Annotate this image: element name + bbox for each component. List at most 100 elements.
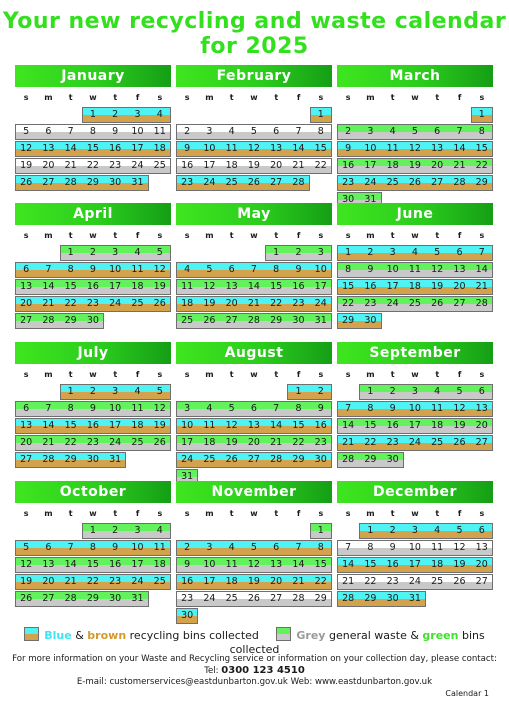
- day-cell: 23: [342, 177, 355, 188]
- empty-cell: [15, 523, 37, 540]
- empty-cell: [221, 384, 243, 401]
- day-cell: 12: [453, 542, 466, 553]
- day-cell: 23: [86, 437, 99, 448]
- day-cell: 17: [203, 160, 216, 171]
- weeks: 1 2 3 4 5 6 7 8 9 10 11 12 13 14 15 16 17 18 19 20 21 22 23 24 2…: [15, 384, 171, 469]
- footer-contact: E-mail: customerservices@eastdunbarton.g…: [0, 677, 509, 688]
- day-cell: 28: [64, 593, 77, 604]
- empty-cell: [104, 313, 126, 330]
- weekday-letter: t: [68, 93, 73, 102]
- day-cell: 15: [364, 420, 377, 431]
- day-cell: 21: [453, 160, 466, 171]
- general-waste-swatch-icon: [276, 627, 292, 641]
- empty-cell: [265, 384, 287, 401]
- day-cell: 23: [181, 177, 194, 188]
- day-cell: 8: [317, 542, 324, 553]
- footer-telephone: Tel: 0300 123 4510: [0, 665, 509, 677]
- empty-cell: [448, 107, 470, 124]
- email-link[interactable]: customerservices@eastdunbarton.gov.uk: [109, 677, 287, 687]
- week-row: 12 13 14 15 16 17 18: [15, 141, 171, 158]
- empty-cell: [404, 313, 426, 330]
- day-cell: 10: [408, 403, 421, 414]
- day-cell: 20: [247, 437, 260, 448]
- week-row: 6 7 8 9 10 11 12: [15, 262, 171, 279]
- day-cell: 31: [131, 177, 144, 188]
- tel-number[interactable]: 0300 123 4510: [221, 665, 305, 676]
- day-cell: 2: [367, 247, 374, 258]
- weekday-header: smtwtfs: [176, 507, 332, 521]
- day-cell: 27: [270, 593, 283, 604]
- day-cell: 21: [270, 437, 283, 448]
- month-may: May s m t w t f s 1 2 3 4 5 6 7 8 9 10 11 12 13 14 15 16 17 18 19 2…: [176, 203, 332, 330]
- month-header: April: [15, 203, 171, 225]
- week-row: 2 3 4 5 6 7 8: [337, 124, 493, 141]
- weekday-letter: w: [89, 93, 97, 102]
- day-cell: 25: [131, 437, 144, 448]
- weekday-header: smtwtfs: [337, 229, 493, 243]
- day-cell: 14: [453, 143, 466, 154]
- empty-cell: [426, 452, 448, 469]
- empty-cell: [221, 107, 243, 124]
- weekday-letter: m: [366, 231, 375, 240]
- empty-cell: [176, 384, 198, 401]
- day-cell: 22: [292, 437, 305, 448]
- day-cell: 28: [453, 177, 466, 188]
- day-cell: 26: [20, 593, 33, 604]
- day-cell: 1: [478, 109, 485, 120]
- weeks: 1 2 3 4 5 6 7 8 9 10 11 12 13 14 15 16 17 18 19 20 21 22 23 24 2…: [176, 523, 332, 625]
- legend-blue-word: Blue: [44, 629, 72, 642]
- weekday-letter: f: [135, 509, 140, 518]
- day-cell: 8: [295, 403, 302, 414]
- day-cell: 24: [109, 437, 122, 448]
- day-cell: 4: [184, 264, 191, 275]
- week-row: 1 2 3 4 5 6: [337, 523, 493, 540]
- day-cell: 28: [247, 315, 260, 326]
- day-cell: 30: [386, 593, 399, 604]
- weekday-letter: t: [435, 93, 440, 102]
- day-cell: 28: [292, 593, 305, 604]
- day-cell: 3: [134, 525, 141, 536]
- day-cell: 9: [367, 264, 374, 275]
- day-cell: 9: [295, 264, 302, 275]
- empty-cell: [382, 107, 404, 124]
- day-cell: 16: [364, 281, 377, 292]
- day-cell: 7: [67, 126, 74, 137]
- week-row: 15 16 17 18 19 20 21: [337, 279, 493, 296]
- day-cell: 17: [181, 437, 194, 448]
- weekday-letter: s: [157, 370, 163, 379]
- day-cell: 28: [42, 315, 55, 326]
- day-cell: 14: [64, 559, 77, 570]
- day-cell: 6: [478, 525, 485, 536]
- day-cell: 7: [273, 403, 280, 414]
- weekday-letter: s: [318, 509, 324, 518]
- month-header: July: [15, 342, 171, 364]
- weekday-letter: f: [296, 93, 301, 102]
- day-cell: 28: [292, 177, 305, 188]
- legend-green-word: green: [422, 629, 459, 642]
- day-cell: 2: [184, 542, 191, 553]
- weekday-letter: w: [250, 93, 258, 102]
- day-cell: 22: [64, 298, 77, 309]
- weekday-letter: s: [479, 231, 485, 240]
- web-link[interactable]: www.eastdunbarton.gov.uk: [315, 677, 432, 687]
- empty-cell: [287, 469, 309, 486]
- day-cell: 4: [156, 109, 163, 120]
- day-cell: 16: [109, 143, 122, 154]
- tel-label: Tel:: [204, 666, 222, 676]
- weekday-letter: s: [23, 93, 29, 102]
- day-cell: 26: [20, 177, 33, 188]
- weekday-header: smtwtfs: [15, 368, 171, 382]
- day-cell: 5: [456, 386, 463, 397]
- day-cell: 24: [131, 160, 144, 171]
- empty-cell: [126, 313, 148, 330]
- empty-cell: [176, 245, 198, 262]
- day-cell: 30: [86, 315, 99, 326]
- weekday-letter: t: [113, 231, 118, 240]
- day-cell: 23: [314, 437, 327, 448]
- month-january: January s m t w t f s 1 2 3 4 5 6 7 8 9 10 11 12 13 14 15 16 17 1…: [15, 65, 171, 192]
- day-cell: 16: [109, 559, 122, 570]
- week-row: 31: [176, 469, 332, 486]
- weekday-header: smtwtfs: [15, 229, 171, 243]
- day-cell: 23: [86, 298, 99, 309]
- day-cell: 30: [364, 315, 377, 326]
